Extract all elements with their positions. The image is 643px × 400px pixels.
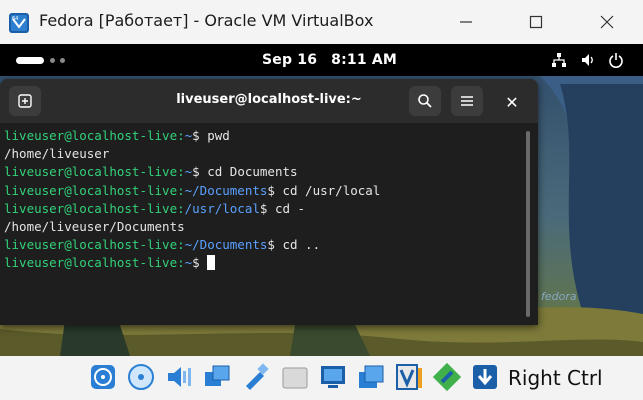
prompt-symbol: $ <box>267 237 283 253</box>
svg-text:64: 64 <box>12 16 18 22</box>
prompt-path: ~/Documents <box>184 182 268 198</box>
terminal-scrollbar[interactable] <box>526 131 530 317</box>
close-button[interactable] <box>587 8 627 36</box>
terminal-prompt-line: liveuser@localhost-live:~/Documents$ cd … <box>4 182 380 200</box>
clock[interactable]: Sep 16 8:11 AM <box>262 52 411 68</box>
prompt-separator: : <box>177 200 185 216</box>
terminal-output-line: /home/liveuser <box>4 146 110 162</box>
prompt-user: liveuser@localhost-live <box>4 128 178 143</box>
usb-icon[interactable] <box>240 362 270 392</box>
prompt-user: liveuser@localhost-live <box>4 182 178 198</box>
window-title: Fedora [Работает] - Oracle VM VirtualBox <box>39 11 374 30</box>
search-button[interactable] <box>409 86 441 116</box>
workspace-indicator-icon <box>60 58 65 63</box>
network-icon[interactable] <box>551 52 567 68</box>
prompt-user: liveuser@localhost-live <box>4 237 178 253</box>
volume-icon[interactable] <box>580 52 596 68</box>
workspace-indicator-icon <box>50 58 55 63</box>
optical-disk-icon[interactable] <box>126 362 156 392</box>
mouse-integration-icon[interactable] <box>432 362 462 392</box>
command-text: cd /usr/local <box>282 182 381 198</box>
terminal-window[interactable]: liveuser@localhost-live:~ ✕ liveuser@loc… <box>0 79 538 325</box>
virtualbox-logo-icon: 64 <box>9 13 29 33</box>
display-icon[interactable] <box>318 362 348 392</box>
terminal-prompt-line: liveuser@localhost-live:~$ <box>4 254 216 272</box>
terminal-prompt-line: liveuser@localhost-live:~$ pwd <box>4 127 230 145</box>
minimize-button[interactable] <box>446 8 486 36</box>
host-titlebar: 64 Fedora [Работает] - Oracle VM Virtual… <box>0 0 643 44</box>
maximize-button[interactable] <box>516 8 556 36</box>
host-key-label: Right Ctrl <box>508 366 603 390</box>
activities-button[interactable] <box>16 57 44 64</box>
command-text: cd .. <box>282 237 321 253</box>
prompt-user: liveuser@localhost-live <box>4 255 178 271</box>
terminal-output-line: /home/liveuser/Documents <box>4 219 185 234</box>
search-icon <box>418 94 432 108</box>
maximize-icon <box>529 15 543 29</box>
terminal-prompt-line: liveuser@localhost-live:~$ cd Documents <box>4 163 298 181</box>
vbox-statusbar: Right Ctrl <box>0 356 643 400</box>
clock-time: 8:11 AM <box>331 52 398 68</box>
gnome-topbar: Sep 16 8:11 AM <box>0 44 643 76</box>
terminal-output[interactable]: liveuser@localhost-live:~$ pwd/home/live… <box>0 123 520 325</box>
minimize-icon <box>460 21 472 23</box>
prompt-separator: : <box>177 255 185 271</box>
prompt-separator: : <box>177 128 185 143</box>
terminal-headerbar[interactable]: liveuser@localhost-live:~ ✕ <box>0 79 538 123</box>
terminal-close-button[interactable]: ✕ <box>500 90 524 114</box>
guest-screen[interactable]: Sep 16 8:11 AM liveuser@localhost-live:~… <box>0 44 643 356</box>
prompt-symbol: $ <box>267 182 283 198</box>
prompt-path: /usr/local <box>184 200 260 216</box>
prompt-user: liveuser@localhost-live <box>4 164 178 180</box>
prompt-symbol: $ <box>259 200 275 216</box>
command-text: cd - <box>274 200 306 216</box>
prompt-user: liveuser@localhost-live <box>4 200 178 216</box>
menu-button[interactable] <box>451 86 483 116</box>
prompt-symbol: $ <box>192 164 208 180</box>
close-icon <box>600 15 614 29</box>
terminal-cursor <box>207 255 216 271</box>
command-text: pwd <box>207 128 230 143</box>
power-icon[interactable] <box>608 52 624 68</box>
prompt-symbol: $ <box>192 255 208 271</box>
clock-date: Sep 16 <box>262 52 318 68</box>
network-adapters-icon[interactable] <box>202 362 232 392</box>
audio-icon[interactable] <box>164 362 194 392</box>
fedora-watermark: fedora <box>541 290 577 303</box>
hard-disk-icon[interactable] <box>88 362 118 392</box>
prompt-path: ~/Documents <box>184 237 268 253</box>
close-icon: ✕ <box>505 92 519 112</box>
shared-folders-icon[interactable] <box>280 362 310 392</box>
terminal-prompt-line: liveuser@localhost-live:~/Documents$ cd … <box>4 236 320 254</box>
keyboard-capture-icon[interactable] <box>470 362 500 392</box>
terminal-prompt-line: liveuser@localhost-live:/usr/local$ cd - <box>4 200 305 218</box>
virtualization-icon[interactable] <box>394 362 424 392</box>
prompt-separator: : <box>177 164 185 180</box>
command-text: cd Documents <box>207 164 298 180</box>
prompt-separator: : <box>177 237 185 253</box>
hamburger-menu-icon <box>461 96 473 106</box>
recording-icon[interactable] <box>356 362 386 392</box>
prompt-symbol: $ <box>192 128 208 143</box>
prompt-separator: : <box>177 182 185 198</box>
